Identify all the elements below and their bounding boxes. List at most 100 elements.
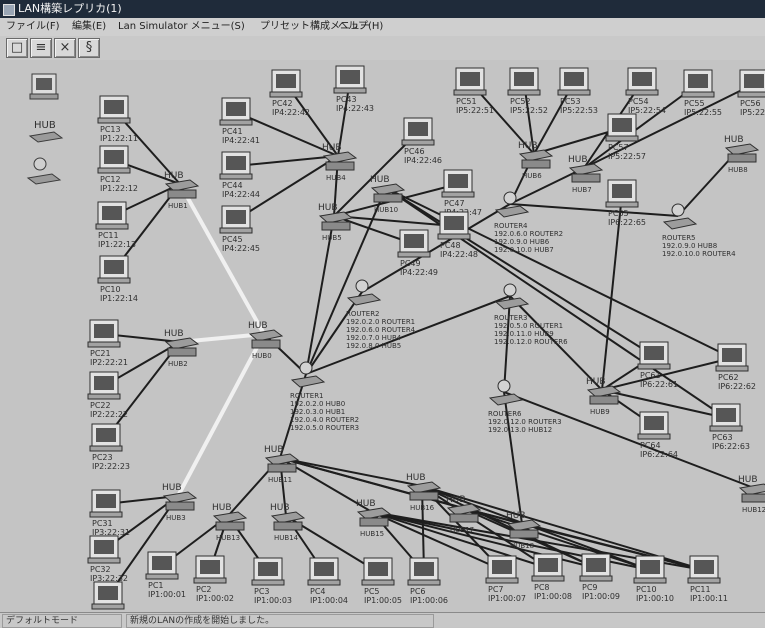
pc-label: IP4:22:49 [400,268,438,277]
pc-label: IP4:22:45 [222,244,260,253]
hub-tool-icon[interactable]: HUB [28,120,64,143]
pc-node[interactable]: PC46IP4:22:46 [401,117,442,165]
hub-node[interactable]: HUB HUB8 [724,135,760,174]
pc-label: PC6 [410,587,426,596]
pc-node[interactable]: PC3IP1:00:03 [251,557,292,605]
router-route-text: 192.0.4.0 ROUTER2 [290,416,359,424]
router-node[interactable]: ROUTER5192.0.9.0 HUB8192.0.10.0 ROUTER4 [662,203,736,258]
settings-button[interactable]: § [78,38,100,58]
pc-node[interactable]: PC41IP4:22:41 [219,97,260,145]
hub-node[interactable]: HUB HUB13 [212,503,248,542]
hub-node[interactable]: HUB HUB12 [738,475,765,514]
network-canvas[interactable]: HUB PC13 IP1:22:11 PC12 IP1:22:12 PC11 IP1:… [0,60,765,612]
hub-node[interactable]: HUB HUB0 [248,321,284,360]
pc-node[interactable]: PC11IP1:00:11 [687,555,728,603]
pc-node[interactable]: PC32IP3:22:32 [87,535,128,583]
pc-node[interactable]: PC31IP3:22:31 [89,489,130,537]
pc-node[interactable]: PC48IP4:22:48 [437,211,478,259]
pc-node[interactable]: PC45IP4:22:45 [219,205,260,253]
router-node[interactable]: ROUTER3192.0.5.0 ROUTER1192.0.11.0 HUB91… [494,283,568,346]
pc-node[interactable]: PC63IP6:22:63 [709,403,750,451]
router-tool-icon[interactable] [26,157,62,185]
hub-node[interactable]: HUB HUB15 [356,499,392,538]
pc-node[interactable]: PC62IP6:22:62 [715,343,756,391]
new-button[interactable]: □ [6,38,28,58]
pc-node[interactable]: PC10IP1:22:14 [97,255,138,303]
pc-base [97,167,131,174]
router-node[interactable]: ROUTER1192.0.2.0 HUB0192.0.3.0 HUB1192.0… [290,361,359,432]
menu-help[interactable]: ヘルプ(H) [336,18,385,36]
pc-screen [104,150,124,164]
pc-label: IP2:22:21 [90,358,128,367]
pc-node[interactable]: PC12IP1:22:12 [97,145,138,193]
pc-node[interactable]: PC4IP1:00:04 [307,557,348,605]
menu-file[interactable]: ファイル(F) [4,18,62,36]
pc-node[interactable]: PC52IP5:22:52 [507,67,548,115]
pc-tool-icon[interactable] [29,73,59,100]
router-node[interactable]: ROUTER6192.0.12.0 ROUTER3192.0.13.0 HUB1… [488,379,562,434]
pc-node[interactable]: PC13IP1:22:11 [97,95,138,143]
pc-base [605,135,639,142]
router-icon [503,191,517,205]
hub-node[interactable]: HUB HUB10 [370,175,406,214]
pc-node[interactable]: PC51IP5:22:51 [453,67,494,115]
pc-label: IP1:22:11 [100,134,138,143]
hub-node[interactable]: HUB HUB9 [586,377,622,416]
pc-node[interactable]: PC22IP2:22:22 [87,371,128,419]
pc-node[interactable]: PC64IP6:22:64 [637,411,678,459]
hub-node[interactable]: HUB HUB18 [506,511,542,550]
pc-node[interactable]: PC6IP1:00:06 [407,557,448,605]
pc-screen [368,562,388,576]
pc-node[interactable]: PC47IP4:22:47 [441,169,482,217]
pc-node[interactable]: PC65IP6:22:65 [605,179,646,227]
pc-label: PC48 [440,241,461,250]
pc-node[interactable]: PC5IP1:00:05 [361,557,402,605]
pc-node[interactable]: PC23IP2:22:23 [89,423,130,471]
hub-node[interactable]: HUB HUB6 [518,141,554,180]
hub-node[interactable]: HUB HUB11 [264,445,300,484]
router-body [488,393,524,406]
pc-node[interactable]: PC1IP1:00:01 [145,551,186,599]
pc-node[interactable]: PC53IP5:22:53 [557,67,598,115]
list-button[interactable]: ≡ [30,38,52,58]
pc-screen [414,562,434,576]
pc-node[interactable]: PC33IP3:22:33 [91,581,132,612]
pc-screen [94,540,114,554]
pc-label: IP2:22:23 [92,462,130,471]
hub-body [409,491,439,501]
pc-node[interactable]: PC21IP2:22:21 [87,319,128,367]
menu-edit[interactable]: 編集(E) [70,18,108,36]
router-body [346,293,382,306]
pc-node[interactable]: PC54IP5:22:54 [625,67,666,115]
pc-node[interactable]: PC55IP5:22:55 [681,69,722,117]
delete-button[interactable]: × [54,38,76,58]
pc-node[interactable]: PC7IP1:00:07 [485,555,526,603]
hub-label: HUB4 [326,174,346,182]
pc-label: IP1:00:03 [254,596,292,605]
hub-node[interactable]: HUB HUB4 [322,143,358,182]
pc-node[interactable]: PC9IP1:00:09 [579,553,620,601]
pc-node[interactable]: PC44IP4:22:44 [219,151,260,199]
hub-tag: HUB [738,475,758,485]
pc-base [361,579,395,586]
hub-node[interactable]: HUB HUB2 [164,329,200,368]
router-node[interactable]: ROUTER4192.0.6.0 ROUTER2192.0.9.0 HUB619… [494,191,563,254]
pc-node[interactable]: PC61IP6:22:61 [637,341,678,389]
pc-node[interactable]: PC56IP5:22:56 [737,69,765,117]
pc-base [87,341,121,348]
pc-node[interactable]: PC43IP4:22:43 [333,65,374,113]
hub-node[interactable]: HUB HUB3 [162,483,198,522]
hub-node[interactable]: HUB HUB16 [406,473,442,512]
hub-label: HUB7 [572,186,592,194]
pc-node[interactable]: PC49IP4:22:49 [397,229,438,277]
hub-node[interactable]: HUB HUB5 [318,203,354,242]
pc-node[interactable]: PC42IP4:22:42 [269,69,310,117]
pc-node[interactable]: PC11IP1:22:13 [95,201,136,249]
pc-label: IP6:22:65 [608,218,646,227]
pc-base [579,575,613,582]
router-node[interactable]: ROUTER2192.0.2.0 ROUTER1192.0.6.0 ROUTER… [346,279,416,350]
pc-screen [96,494,116,508]
pc-node[interactable]: PC2IP1:00:02 [193,555,234,603]
menu-lan-simulator[interactable]: Lan Simulator メニュー(S) [116,18,247,36]
pc-node[interactable]: PC57IP5:22:57 [605,113,646,161]
